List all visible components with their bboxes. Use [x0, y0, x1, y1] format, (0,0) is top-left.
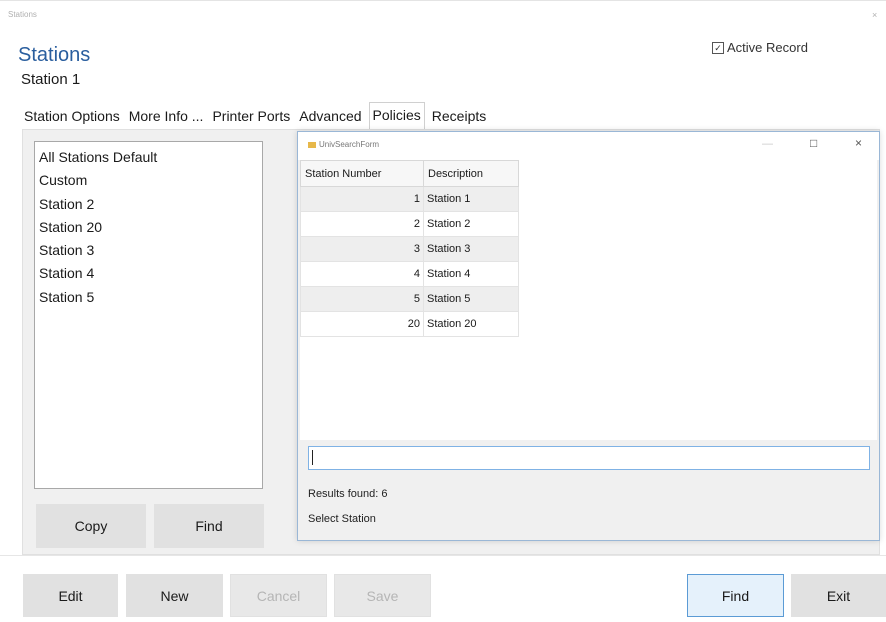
app-icon [308, 141, 316, 148]
station-number-cell: 2 [300, 211, 424, 237]
record-name: Station 1 [21, 71, 81, 88]
list-item[interactable]: Station 5 [38, 286, 259, 309]
table-row[interactable]: 3 Station 3 [300, 236, 519, 262]
tab-strip: Station Options More Info ... Printer Po… [22, 102, 493, 129]
policies-listbox[interactable]: All Stations Default Custom Station 2 St… [34, 141, 263, 489]
page-title: Stations [18, 44, 91, 66]
minimize-button[interactable]: — [762, 138, 773, 150]
text-caret [312, 450, 313, 465]
select-prompt: Select Station [308, 513, 376, 525]
bottom-divider [0, 555, 886, 556]
copy-button[interactable]: Copy [36, 504, 146, 548]
description-cell: Station 3 [423, 236, 519, 262]
list-item[interactable]: Station 2 [38, 193, 259, 216]
table-row[interactable]: 1 Station 1 [300, 186, 519, 212]
column-header-description[interactable]: Description [423, 160, 519, 187]
window-title: Stations [8, 10, 37, 19]
station-number-cell: 5 [300, 286, 424, 312]
dialog-title: UnivSearchForm [308, 140, 379, 149]
station-number-cell: 1 [300, 186, 424, 212]
search-form-dialog: UnivSearchForm — □ × Station Number Desc… [297, 131, 880, 541]
window-close-button[interactable]: × [872, 10, 877, 20]
edit-button[interactable]: Edit [23, 574, 118, 617]
table-row[interactable]: 5 Station 5 [300, 286, 519, 312]
active-record-checkbox[interactable]: ✓ Active Record [712, 40, 808, 55]
active-record-label: Active Record [727, 40, 808, 55]
dialog-title-text: UnivSearchForm [319, 140, 380, 149]
tab-station-options[interactable]: Station Options [22, 105, 122, 129]
new-button[interactable]: New [126, 574, 223, 617]
list-item[interactable]: Custom [38, 169, 259, 192]
window-top-border [0, 0, 886, 1]
description-cell: Station 2 [423, 211, 519, 237]
tab-more-info[interactable]: More Info ... [127, 105, 206, 129]
table-header-row: Station Number Description [300, 160, 519, 187]
station-number-cell: 3 [300, 236, 424, 262]
panel-find-button[interactable]: Find [154, 504, 264, 548]
tab-advanced[interactable]: Advanced [297, 105, 363, 129]
cancel-button[interactable]: Cancel [230, 574, 327, 617]
description-cell: Station 20 [423, 311, 519, 337]
results-grid[interactable]: Station Number Description 1 Station 1 2… [300, 160, 877, 440]
tab-printer-ports[interactable]: Printer Ports [210, 105, 292, 129]
search-input[interactable] [308, 446, 870, 470]
tab-receipts[interactable]: Receipts [430, 105, 488, 129]
tab-policies[interactable]: Policies [368, 102, 425, 129]
results-count: Results found: 6 [308, 488, 388, 500]
maximize-button[interactable]: □ [810, 136, 817, 150]
find-button[interactable]: Find [687, 574, 784, 617]
exit-button[interactable]: Exit [791, 574, 886, 617]
table-row[interactable]: 4 Station 4 [300, 261, 519, 287]
checkbox-checked-icon[interactable]: ✓ [712, 41, 724, 54]
list-item[interactable]: Station 4 [38, 262, 259, 285]
description-cell: Station 4 [423, 261, 519, 287]
description-cell: Station 5 [423, 286, 519, 312]
table-row[interactable]: 20 Station 20 [300, 311, 519, 337]
results-table: Station Number Description 1 Station 1 2… [300, 160, 519, 337]
list-item[interactable]: Station 3 [38, 239, 259, 262]
column-header-station-number[interactable]: Station Number [300, 160, 424, 187]
list-item[interactable]: All Stations Default [38, 146, 259, 169]
dialog-close-button[interactable]: × [855, 136, 862, 150]
save-button[interactable]: Save [334, 574, 431, 617]
dialog-titlebar [298, 132, 879, 160]
description-cell: Station 1 [423, 186, 519, 212]
station-number-cell: 4 [300, 261, 424, 287]
list-item[interactable]: Station 20 [38, 216, 259, 239]
table-row[interactable]: 2 Station 2 [300, 211, 519, 237]
station-number-cell: 20 [300, 311, 424, 337]
